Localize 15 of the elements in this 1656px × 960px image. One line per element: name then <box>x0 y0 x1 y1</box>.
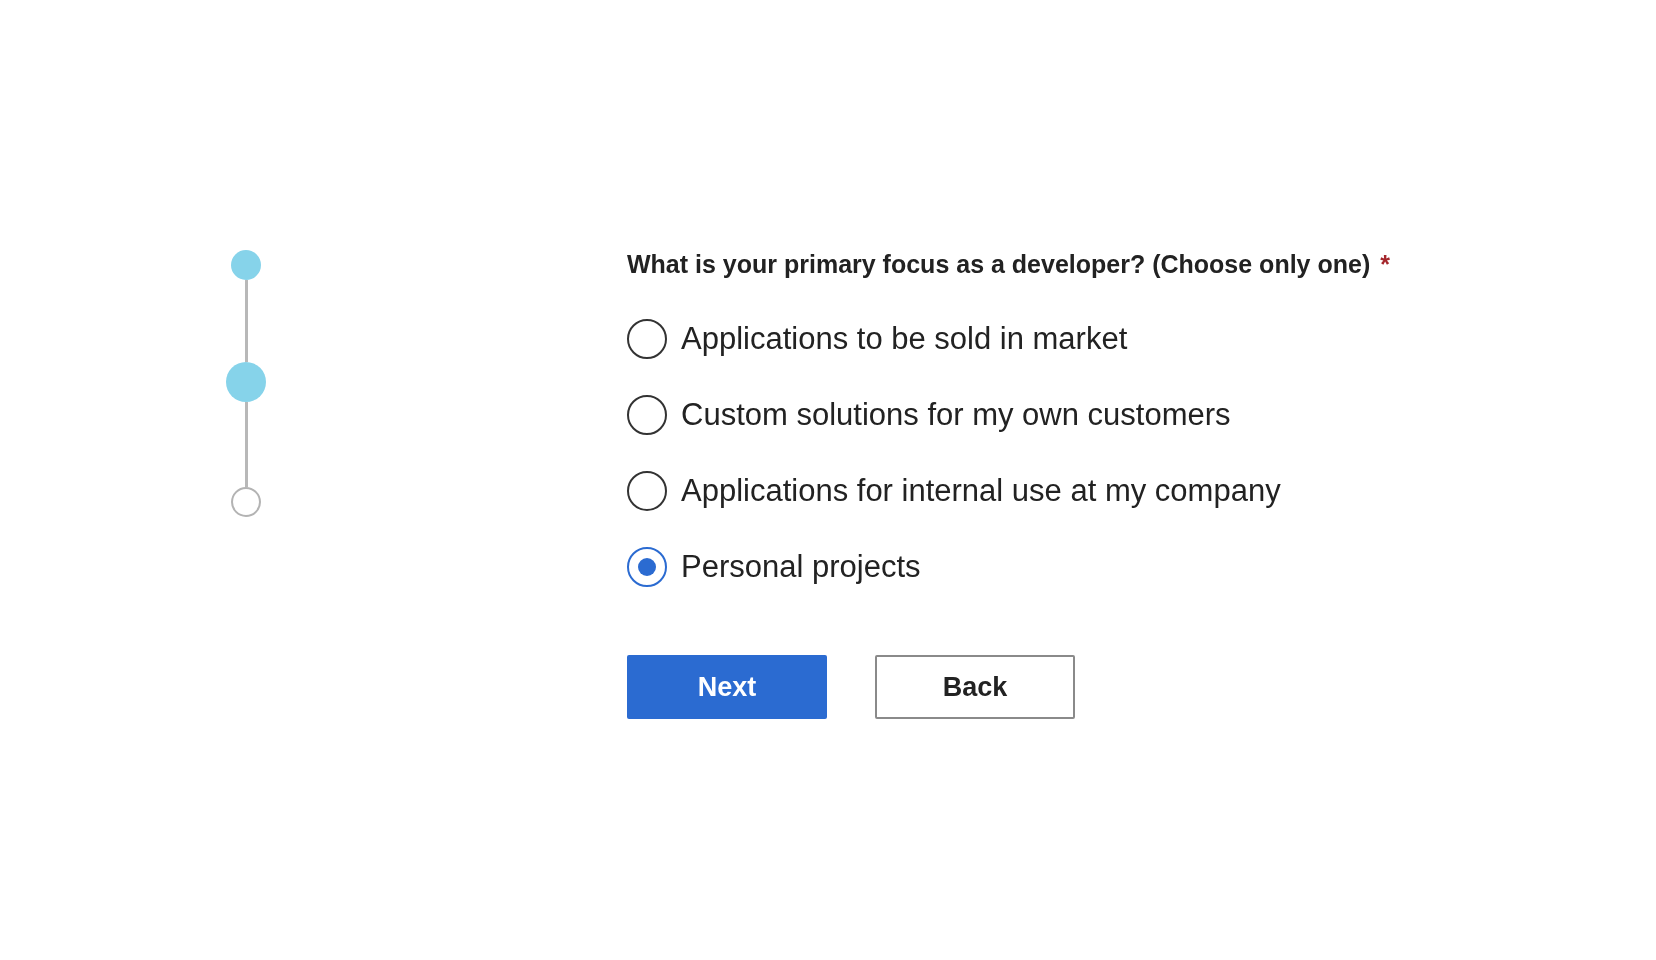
option-label: Custom solutions for my own customers <box>681 397 1231 433</box>
back-button[interactable]: Back <box>875 655 1075 719</box>
radio-icon[interactable] <box>627 471 667 511</box>
next-button[interactable]: Next <box>627 655 827 719</box>
radio-option[interactable]: Applications to be sold in market <box>627 301 1390 377</box>
option-label: Applications for internal use at my company <box>681 473 1281 509</box>
radio-option[interactable]: Applications for internal use at my company <box>627 453 1390 529</box>
option-label: Applications to be sold in market <box>681 321 1128 357</box>
question-text: What is your primary focus as a developer? (Choose only one) * <box>627 250 1390 279</box>
radio-option[interactable]: Custom solutions for my own customers <box>627 377 1390 453</box>
radio-icon[interactable] <box>627 547 667 587</box>
radio-option[interactable]: Personal projects <box>627 529 1390 605</box>
radio-icon[interactable] <box>627 395 667 435</box>
option-label: Personal projects <box>681 549 921 585</box>
radio-icon[interactable] <box>627 319 667 359</box>
